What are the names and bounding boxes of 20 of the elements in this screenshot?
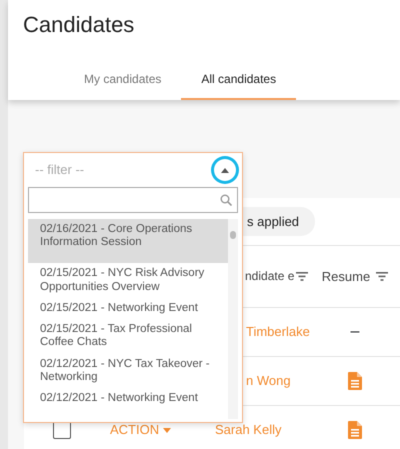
dropdown-option[interactable]: 02/15/2021 - Networking Event	[28, 298, 228, 320]
dropdown-option[interactable]: 02/15/2021 - Tax Professional Coffee Chats	[28, 319, 228, 354]
filter-dropdown[interactable]	[23, 152, 243, 423]
dropdown-option[interactable]: 02/12/2021 - NYC Tax Takeover - Networking	[28, 354, 228, 388]
filter-icon[interactable]	[376, 272, 388, 281]
scrollbar[interactable]	[228, 219, 238, 419]
resume-cell-text: –	[350, 322, 360, 342]
page-title: Candidates	[22, 11, 136, 39]
caret-icon	[162, 428, 171, 434]
dropdown-option[interactable]: 02/16/2021 - Core Operations Information Session	[28, 219, 228, 264]
caret-icon[interactable]	[214, 159, 236, 181]
tab[interactable]: My candidates	[64, 60, 182, 100]
search-icon	[220, 194, 232, 206]
column-header: Resume	[322, 268, 370, 286]
filter-placeholder: -- filter --	[35, 161, 84, 180]
dropdown-option[interactable]: 02/15/2021 - NYC Risk Advisory Opportunities Overview	[28, 263, 228, 298]
filter-icon[interactable]	[296, 272, 308, 281]
tab[interactable]: All candidates	[181, 60, 296, 100]
search-field[interactable]	[28, 187, 238, 213]
dropdown-option[interactable]: 02/12/2021 - Networking Event	[28, 388, 228, 410]
